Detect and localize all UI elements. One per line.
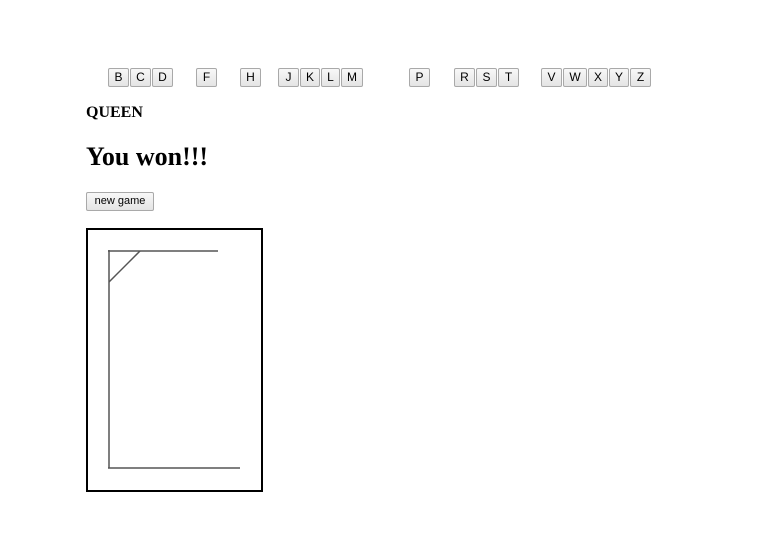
letter-button-v[interactable]: V — [541, 68, 562, 87]
new-game-button[interactable]: new game — [86, 192, 154, 211]
canvas-frame — [86, 228, 263, 492]
game-status: You won!!! — [86, 142, 209, 171]
letter-button-y[interactable]: Y — [609, 68, 629, 87]
letter-button-z[interactable]: Z — [630, 68, 651, 87]
letter-button-d[interactable]: D — [152, 68, 173, 87]
letter-button-j[interactable]: J — [278, 68, 299, 87]
letter-button-k[interactable]: K — [300, 68, 320, 87]
letter-button-m[interactable]: M — [341, 68, 363, 87]
letter-button-h[interactable]: H — [240, 68, 261, 87]
hangman-canvas — [86, 228, 263, 492]
letter-button-r[interactable]: R — [454, 68, 475, 87]
letter-button-c[interactable]: C — [130, 68, 151, 87]
letter-button-p[interactable]: P — [409, 68, 430, 87]
letter-button-s[interactable]: S — [476, 68, 497, 87]
letter-button-b[interactable]: B — [108, 68, 129, 87]
letter-button-w[interactable]: W — [563, 68, 587, 87]
letter-button-x[interactable]: X — [588, 68, 608, 87]
letter-button-f[interactable]: F — [196, 68, 217, 87]
revealed-word: QUEEN — [86, 104, 143, 121]
letter-button-l[interactable]: L — [321, 68, 340, 87]
letter-button-t[interactable]: T — [498, 68, 519, 87]
